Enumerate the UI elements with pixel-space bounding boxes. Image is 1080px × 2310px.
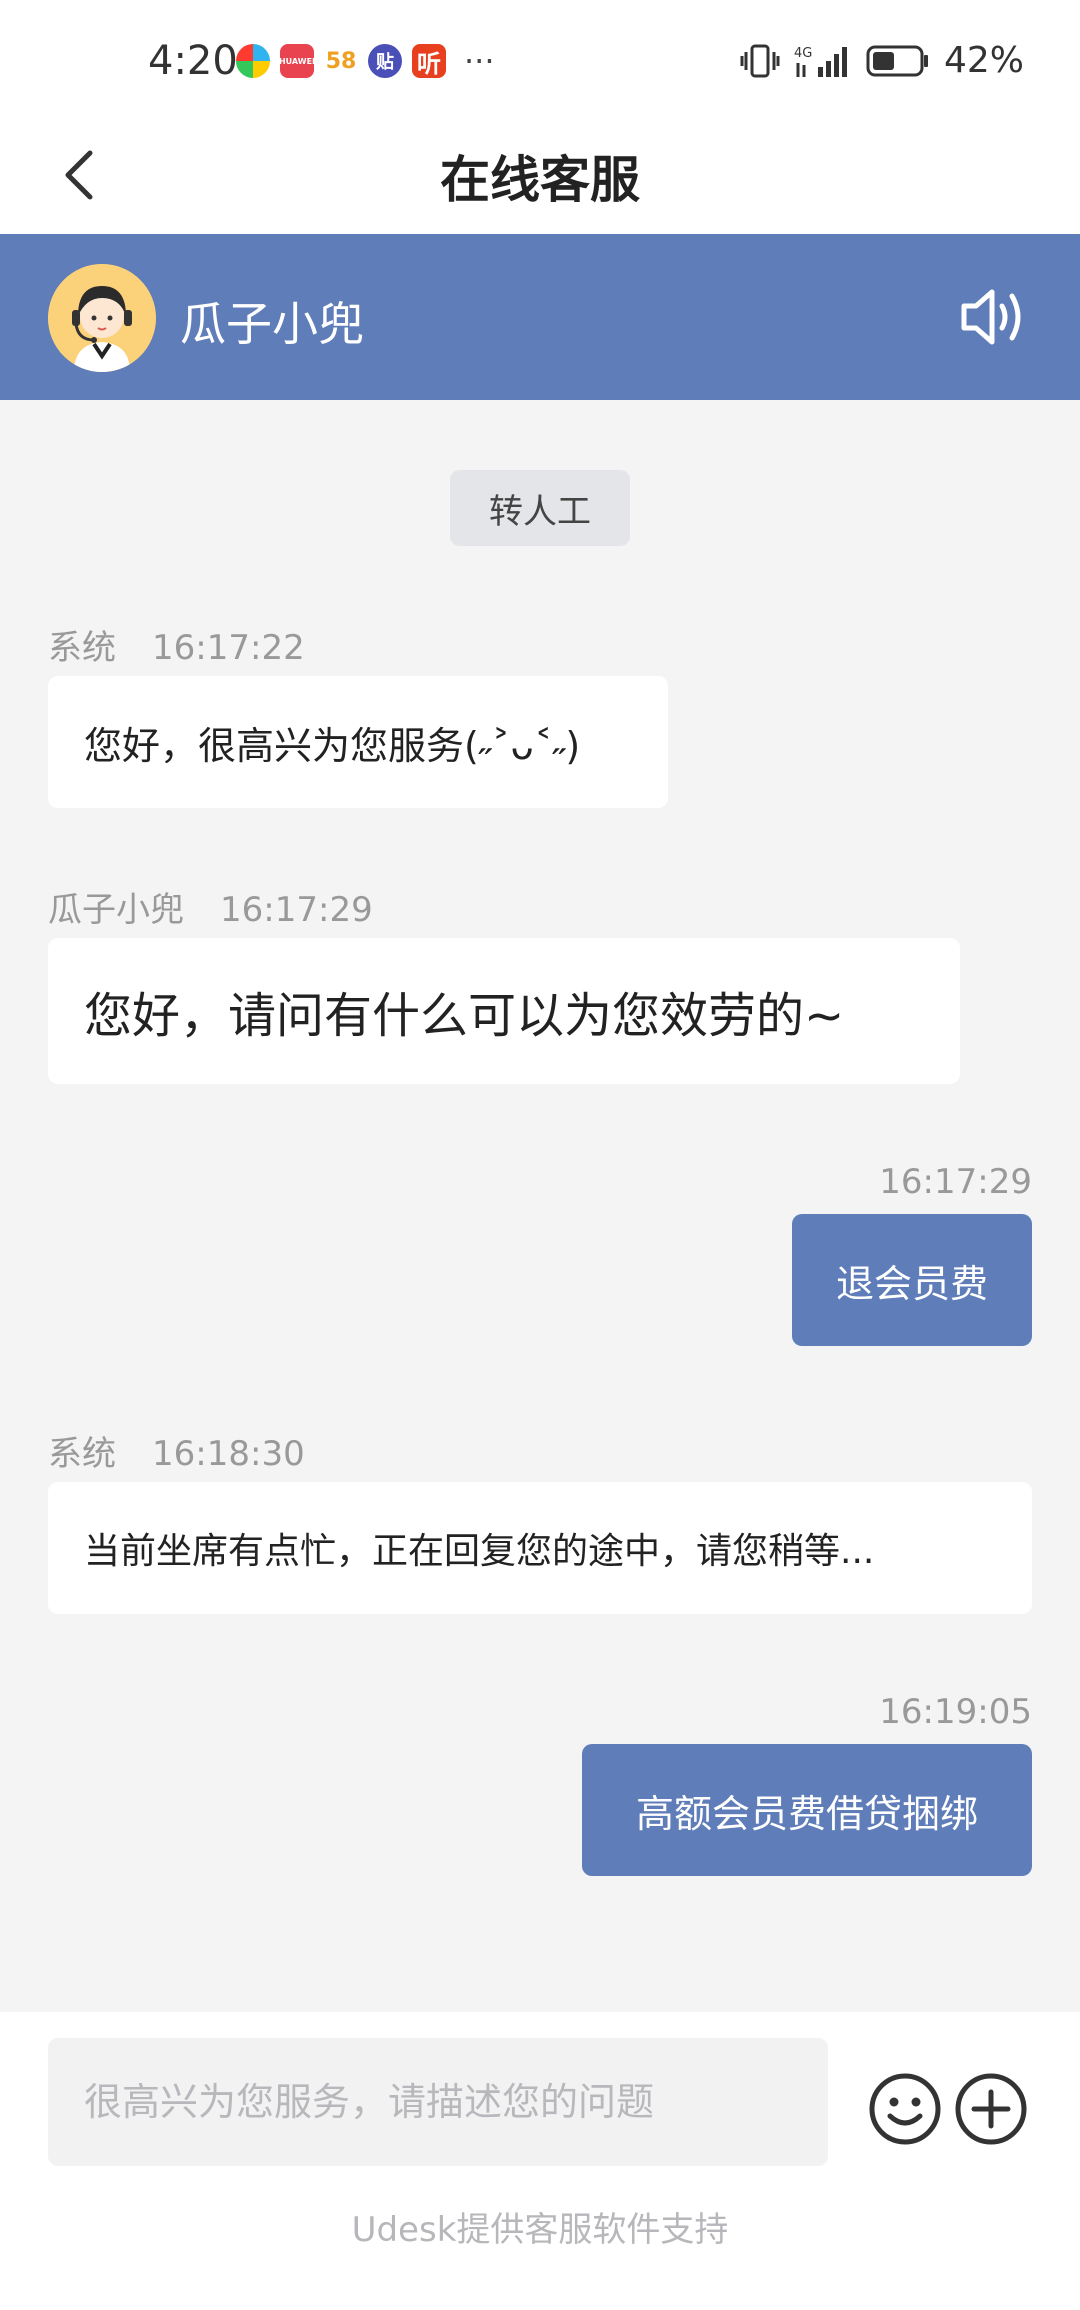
status-right-group: 4G 42% (740, 40, 1024, 81)
sound-toggle-button[interactable] (958, 284, 1032, 350)
message-bubble-left: 当前坐席有点忙，正在回复您的途中，请您稍等... (48, 1482, 1032, 1614)
message-time: 16:17:29 (220, 890, 373, 930)
message-meta: 瓜子小兜 16:17:29 (48, 882, 373, 931)
listen-app-icon: 听 (412, 44, 446, 78)
message-bubble-left: 您好，很高兴为您服务(˶˃ᴗ˂˶) (48, 676, 668, 808)
svg-text:4G: 4G (794, 46, 812, 61)
message-meta: 系统 16:18:30 (48, 1426, 305, 1475)
message-time: 16:17:29 (879, 1162, 1032, 1202)
status-bar: 4:20 HUAWEI 58 贴 听 ··· 4G 42% (0, 0, 1080, 120)
add-attachment-button[interactable] (954, 2072, 1028, 2146)
message-sender: 瓜子小兜 (48, 890, 184, 930)
message-input[interactable] (48, 2038, 828, 2166)
message-meta: 系统 16:17:22 (48, 620, 305, 669)
message-bubble-left: 您好，请问有什么可以为您效劳的~ (48, 938, 960, 1084)
powered-by-label: Udesk提供客服软件支持 (351, 2210, 729, 2250)
58-app-icon: 58 (324, 44, 358, 78)
message-time: 16:19:05 (879, 1692, 1032, 1732)
smiley-icon (869, 2073, 941, 2145)
message-sender: 系统 (48, 628, 116, 668)
message-bubble-right: 高额会员费借贷捆绑 (582, 1744, 1032, 1876)
status-time: 4:20 (148, 38, 238, 84)
transfer-to-human-button[interactable]: 转人工 (450, 470, 630, 546)
composer-area: Udesk提供客服软件支持 (0, 2012, 1080, 2310)
message-time: 16:18:30 (152, 1434, 305, 1474)
battery-percentage: 42% (943, 40, 1024, 81)
battery-icon (866, 44, 930, 78)
message-bubble-right: 退会员费 (792, 1214, 1032, 1346)
page-title: 在线客服 (440, 151, 640, 209)
plus-circle-icon (955, 2073, 1027, 2145)
tieba-app-icon: 贴 (368, 44, 402, 78)
agent-name: 瓜子小兜 (180, 297, 364, 351)
browser-app-icon (236, 44, 270, 78)
emoji-button[interactable] (868, 2072, 942, 2146)
title-bar: 在线客服 (0, 120, 1080, 234)
vibrate-icon (740, 43, 780, 79)
status-app-icons: HUAWEI 58 贴 听 ··· (236, 44, 495, 78)
more-notifications-icon: ··· (464, 42, 495, 80)
speaker-icon (961, 289, 1021, 345)
huawei-appgallery-icon: HUAWEI (279, 44, 315, 78)
agent-banner: 瓜子小兜 (0, 234, 1080, 400)
message-sender: 系统 (48, 1434, 116, 1474)
message-time: 16:17:22 (152, 628, 305, 668)
agent-avatar (48, 264, 156, 372)
signal-icon: 4G (794, 43, 852, 79)
